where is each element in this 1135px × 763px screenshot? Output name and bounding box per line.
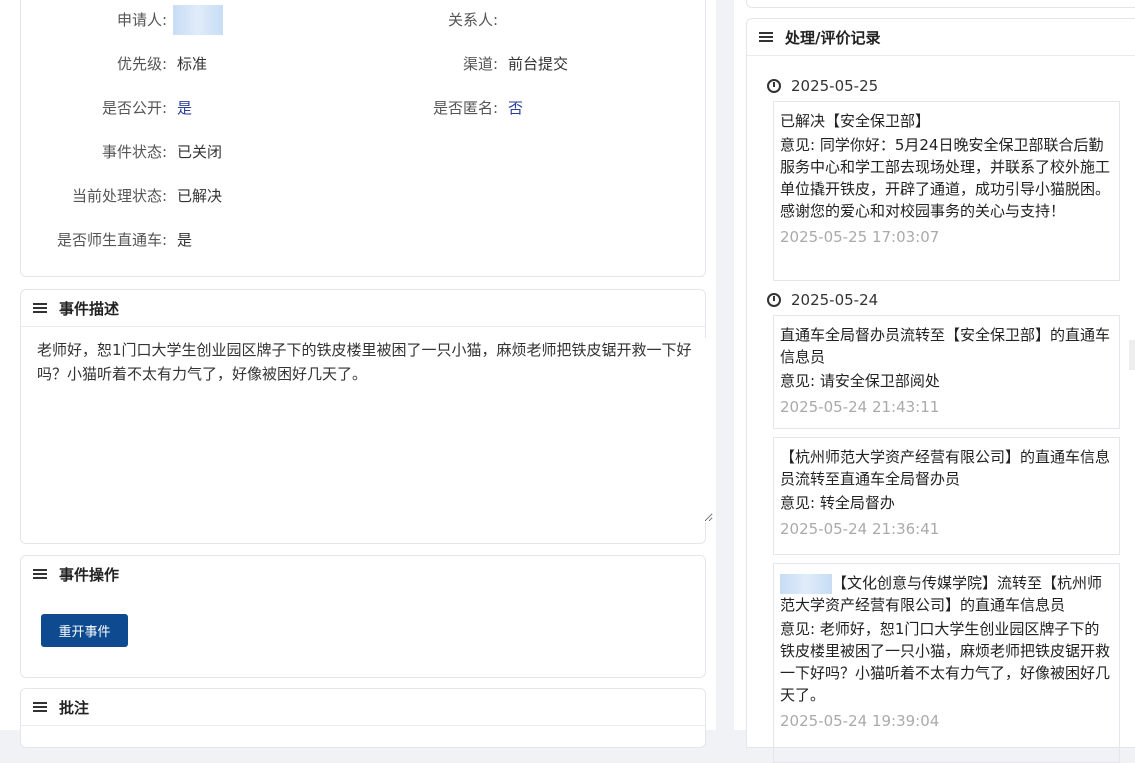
- direct-train-label: 是否师生直通车:: [56, 231, 167, 249]
- anonymous-value: 否: [508, 99, 524, 117]
- record-date: 2025-05-25: [767, 75, 878, 97]
- operations-card: 事件操作 重开事件: [20, 555, 706, 678]
- priority-label: 优先级:: [116, 55, 167, 73]
- event-status-value: 已关闭: [177, 143, 223, 161]
- record-head: 已解决【安全保卫部】: [780, 112, 931, 130]
- record-time: 2025-05-25 17:03:07: [780, 228, 940, 246]
- list-icon: [33, 301, 47, 315]
- list-icon: [33, 700, 47, 714]
- clock-icon: [767, 293, 781, 307]
- direct-train-row: 是否师生直通车: 是: [21, 229, 701, 251]
- record-date-text: 2025-05-25: [791, 77, 879, 95]
- record-opinion: 意见: 请安全保卫部阅处: [780, 372, 940, 390]
- channel-label: 渠道:: [462, 55, 498, 73]
- applicant-row: 申请人: 关系人:: [21, 5, 701, 35]
- redacted-name: [780, 573, 832, 594]
- public-row: 是否公开: 是 是否匿名: 否: [21, 97, 701, 119]
- clock-icon: [767, 79, 781, 93]
- description-card: 事件描述 老师好，恕1门口大学生创业园区牌子下的铁皮楼里被困了一只小猫，麻烦老师…: [20, 289, 713, 544]
- left-panel: 申请人: 关系人: 优先级: 标准 渠道: 前台提交 是否公开: 是 是否匿名:…: [0, 0, 716, 748]
- channel-value: 前台提交: [508, 55, 569, 73]
- reopen-event-button[interactable]: 重开事件: [41, 614, 128, 647]
- public-label: 是否公开:: [101, 99, 167, 117]
- description-title: 事件描述: [59, 299, 120, 318]
- record-time: 2025-05-24 21:36:41: [780, 520, 940, 538]
- contact-label: 关系人:: [447, 11, 498, 29]
- record-item: 【文化创意与传媒学院】流转至【杭州师范大学资产经营有限公司】的直通车信息员 意见…: [773, 563, 1120, 763]
- notes-header: 批注: [21, 689, 705, 726]
- description-textarea[interactable]: 老师好，恕1门口大学生创业园区牌子下的铁皮楼里被困了一只小猫，麻烦老师把铁皮锯开…: [35, 338, 713, 522]
- scrollbar[interactable]: [1129, 340, 1135, 370]
- record-opinion: 意见: 老师好，恕1门口大学生创业园区牌子下的铁皮楼里被困了一只小猫，麻烦老师把…: [780, 620, 1111, 704]
- notes-card: 批注: [20, 688, 706, 748]
- priority-row: 优先级: 标准 渠道: 前台提交: [21, 53, 701, 75]
- process-status-label: 当前处理状态:: [71, 187, 167, 205]
- top-card-edge: [746, 0, 1135, 8]
- record-item: 直通车全局督办员流转至【安全保卫部】的直通车信息员 意见: 请安全保卫部阅处 2…: [773, 315, 1120, 429]
- record-time: 2025-05-24 21:43:11: [780, 398, 940, 416]
- event-status-label: 事件状态:: [101, 143, 167, 161]
- records-panel: 处理/评价记录 2025-05-25 已解决【安全保卫部】 意见: 同学你好：5…: [734, 0, 1135, 763]
- event-info-card: 申请人: 关系人: 优先级: 标准 渠道: 前台提交 是否公开: 是 是否匿名:…: [20, 0, 706, 277]
- records-title: 处理/评价记录: [785, 28, 881, 47]
- record-opinion: 意见: 转全局督办: [780, 494, 895, 512]
- record-head-row: 【文化创意与传媒学院】流转至【杭州师范大学资产经营有限公司】的直通车信息员: [780, 572, 1113, 616]
- description-header: 事件描述: [21, 290, 705, 327]
- record-head: 【杭州师范大学资产经营有限公司】的直通车信息员流转至直通车全局督办员: [780, 448, 1111, 488]
- record-head: 直通车全局督办员流转至【安全保卫部】的直通车信息员: [780, 326, 1111, 366]
- record-opinion: 意见: 同学你好：5月24日晚安全保卫部联合后勤服务中心和学工部去现场处理，并联…: [780, 136, 1111, 220]
- notes-title: 批注: [59, 698, 90, 717]
- records-card: 处理/评价记录 2025-05-25 已解决【安全保卫部】 意见: 同学你好：5…: [746, 18, 1135, 763]
- record-item: 已解决【安全保卫部】 意见: 同学你好：5月24日晚安全保卫部联合后勤服务中心和…: [773, 101, 1120, 281]
- process-status-value: 已解决: [177, 187, 223, 205]
- event-status-row: 事件状态: 已关闭: [21, 141, 701, 163]
- record-item: 【杭州师范大学资产经营有限公司】的直通车信息员流转至直通车全局督办员 意见: 转…: [773, 437, 1120, 555]
- process-status-row: 当前处理状态: 已解决: [21, 185, 701, 207]
- direct-train-value: 是: [177, 231, 193, 249]
- priority-value: 标准: [177, 55, 208, 73]
- list-icon: [33, 567, 47, 581]
- record-date-text: 2025-05-24: [791, 291, 879, 309]
- operations-header: 事件操作: [21, 556, 705, 592]
- public-value: 是: [177, 99, 193, 117]
- applicant-label: 申请人:: [116, 11, 167, 29]
- records-header: 处理/评价记录: [747, 19, 1135, 56]
- anonymous-label: 是否匿名:: [432, 99, 498, 117]
- applicant-value-redacted: [173, 5, 223, 41]
- operations-title: 事件操作: [59, 565, 120, 584]
- record-date: 2025-05-24: [767, 289, 878, 311]
- list-icon: [759, 30, 773, 44]
- record-time: 2025-05-24 19:39:04: [780, 712, 940, 730]
